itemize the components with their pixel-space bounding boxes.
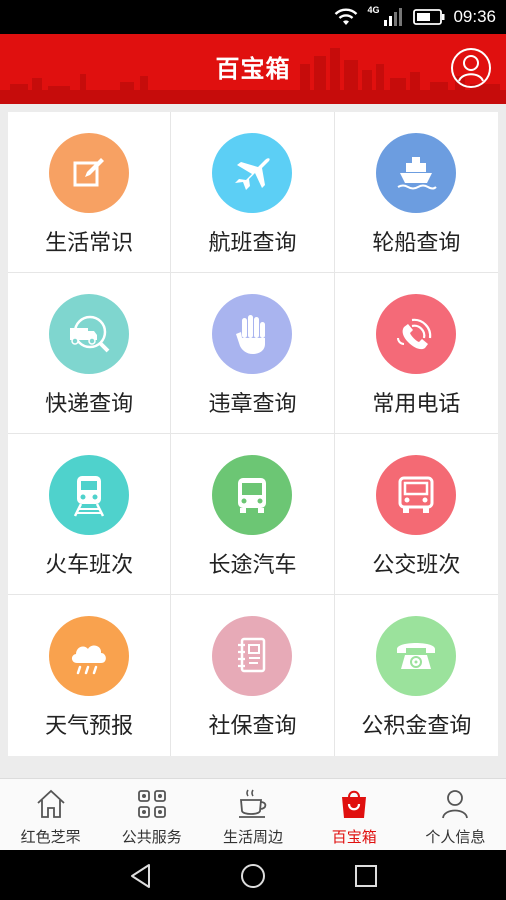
grid-item-long-distance-bus[interactable]: 长途汽车 bbox=[171, 434, 335, 595]
grid-item-express-query[interactable]: 快递查询 bbox=[8, 273, 172, 434]
grid-item-label: 轮船查询 bbox=[372, 231, 461, 256]
grid-item-label: 公交班次 bbox=[372, 553, 461, 578]
telephone-icon bbox=[376, 616, 457, 696]
user-profile-button[interactable] bbox=[450, 47, 492, 89]
bottom-navigation: 红色芝罘 公共服务 生活周边 百宝箱 个人信息 bbox=[0, 778, 506, 850]
grid-item-label: 航班查询 bbox=[208, 231, 297, 256]
nav-item-toolbox[interactable]: 百宝箱 bbox=[304, 779, 405, 850]
train-icon bbox=[49, 455, 130, 535]
grid-item-label: 快递查询 bbox=[45, 392, 134, 417]
wifi-icon bbox=[335, 8, 358, 25]
nav-label: 个人信息 bbox=[425, 828, 486, 846]
rain-cloud-icon bbox=[49, 616, 130, 696]
home-icon bbox=[36, 789, 65, 818]
grid-item-label: 违章查询 bbox=[208, 392, 297, 417]
recents-button[interactable] bbox=[352, 862, 380, 890]
grid-item-label: 公积金查询 bbox=[361, 714, 472, 739]
grid-item-housing-fund-query[interactable]: 公积金查询 bbox=[335, 595, 498, 756]
person-icon bbox=[442, 790, 469, 819]
hand-icon bbox=[212, 294, 293, 374]
phone-icon bbox=[376, 294, 457, 374]
grid-item-weather-forecast[interactable]: 天气预报 bbox=[8, 595, 172, 756]
system-navigation-bar bbox=[0, 850, 506, 900]
grid-item-life-tips[interactable]: 生活常识 bbox=[8, 112, 172, 273]
signal-icon bbox=[384, 8, 403, 26]
home-button[interactable] bbox=[239, 862, 267, 890]
delivery-truck-icon bbox=[49, 294, 130, 374]
back-button[interactable] bbox=[127, 862, 155, 890]
battery-icon bbox=[413, 9, 445, 25]
city-bus-icon bbox=[376, 455, 457, 535]
grid-item-label: 火车班次 bbox=[45, 553, 134, 578]
ship-icon bbox=[376, 133, 457, 213]
grid-item-social-security-query[interactable]: 社保查询 bbox=[171, 595, 335, 756]
page-title: 百宝箱 bbox=[215, 55, 291, 83]
grid-item-label: 天气预报 bbox=[45, 714, 134, 739]
grid-item-violation-query[interactable]: 违章查询 bbox=[171, 273, 335, 434]
status-time: 09:36 bbox=[453, 7, 496, 26]
coach-bus-icon bbox=[212, 455, 293, 535]
nav-label: 红色芝罘 bbox=[20, 828, 81, 846]
network-type-label: 4G bbox=[367, 5, 380, 15]
edit-icon bbox=[49, 133, 130, 213]
grid-item-city-bus[interactable]: 公交班次 bbox=[334, 434, 498, 595]
grid-item-train-schedule[interactable]: 火车班次 bbox=[8, 434, 172, 595]
app-header: 百宝箱 bbox=[0, 34, 506, 104]
nav-item-hongse-zhifu[interactable]: 红色芝罘 bbox=[0, 779, 101, 850]
airplane-icon bbox=[212, 133, 293, 213]
apps-grid-icon bbox=[137, 790, 166, 818]
grid-item-label: 长途汽车 bbox=[208, 553, 297, 578]
coffee-cup-icon bbox=[239, 789, 267, 818]
nav-label: 公共服务 bbox=[121, 828, 182, 846]
status-bar: 4G 09:36 bbox=[0, 0, 506, 34]
nav-item-personal-info[interactable]: 个人信息 bbox=[405, 779, 506, 850]
grid-item-label: 常用电话 bbox=[372, 392, 461, 417]
toolbox-grid: 生活常识 航班查询 轮船查询 快递查询 违章查询 常用电话 火车班次 长途汽车 … bbox=[8, 112, 498, 756]
grid-item-ship-query[interactable]: 轮船查询 bbox=[334, 112, 498, 273]
notebook-icon bbox=[212, 616, 293, 696]
grid-item-common-phones[interactable]: 常用电话 bbox=[334, 273, 498, 434]
grid-item-label: 社保查询 bbox=[208, 714, 297, 739]
grid-item-label: 生活常识 bbox=[45, 231, 134, 256]
nav-label: 生活周边 bbox=[223, 828, 284, 846]
nav-item-life-nearby[interactable]: 生活周边 bbox=[202, 779, 303, 850]
grid-item-flight-query[interactable]: 航班查询 bbox=[171, 112, 335, 273]
nav-item-public-services[interactable]: 公共服务 bbox=[101, 779, 202, 850]
nav-label: 百宝箱 bbox=[331, 828, 377, 846]
shopping-bag-icon bbox=[342, 790, 367, 818]
